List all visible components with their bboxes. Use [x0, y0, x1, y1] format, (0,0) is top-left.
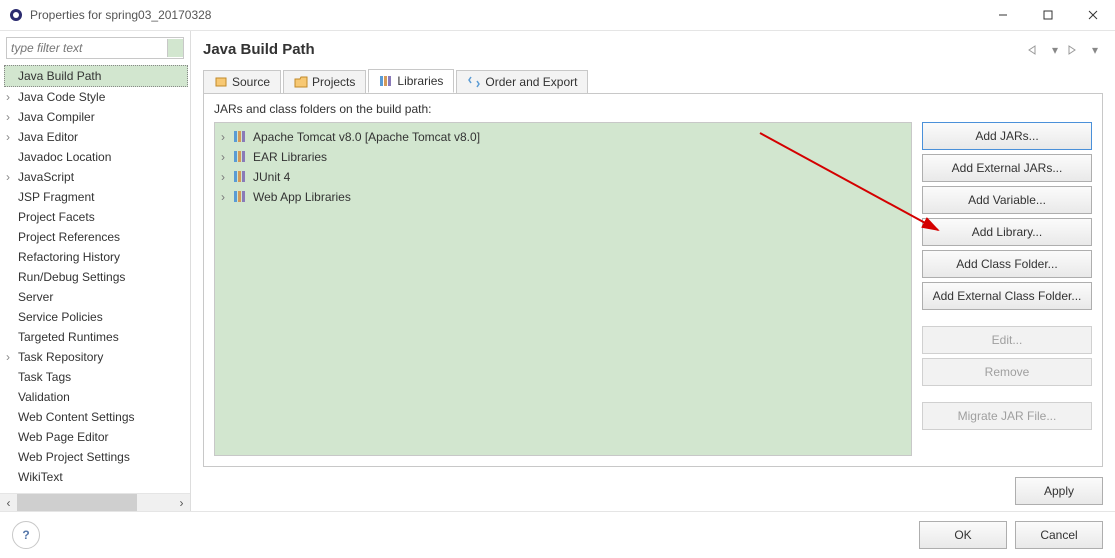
tab-projects[interactable]: Projects — [283, 70, 366, 93]
tab-label: Libraries — [397, 74, 443, 88]
category-item[interactable]: Project Facets — [4, 207, 188, 227]
expand-icon[interactable]: › — [221, 150, 233, 164]
category-item[interactable]: Web Project Settings — [4, 447, 188, 467]
library-label: JUnit 4 — [253, 170, 290, 184]
add-variable-button[interactable]: Add Variable... — [922, 186, 1092, 214]
filter-input[interactable] — [7, 41, 167, 55]
tab-source[interactable]: Source — [203, 70, 281, 93]
category-item[interactable]: Java Editor — [4, 127, 188, 147]
filter-clear-button[interactable] — [167, 39, 184, 57]
category-item[interactable]: Validation — [4, 387, 188, 407]
page-title: Java Build Path — [203, 41, 1027, 58]
category-item[interactable]: Task Tags — [4, 367, 188, 387]
library-icon — [233, 130, 249, 144]
side-button-column: Add JARs... Add External JARs... Add Var… — [922, 122, 1092, 456]
category-item[interactable]: Run/Debug Settings — [4, 267, 188, 287]
app-icon — [8, 7, 24, 23]
window-title: Properties for spring03_20170328 — [30, 8, 980, 22]
category-item[interactable]: Web Page Editor — [4, 427, 188, 447]
library-label: EAR Libraries — [253, 150, 327, 164]
add-external-class-folder-button[interactable]: Add External Class Folder... — [922, 282, 1092, 310]
category-tree[interactable]: Java Build PathJava Code StyleJava Compi… — [0, 65, 190, 493]
tab-description: JARs and class folders on the build path… — [214, 102, 1092, 116]
library-icon — [233, 190, 249, 204]
source-icon — [214, 75, 228, 89]
remove-button: Remove — [922, 358, 1092, 386]
help-button[interactable]: ? — [12, 521, 40, 549]
tab-libraries[interactable]: Libraries — [368, 69, 454, 93]
ok-button[interactable]: OK — [919, 521, 1007, 549]
category-item[interactable]: Java Compiler — [4, 107, 188, 127]
close-button[interactable] — [1070, 0, 1115, 30]
filter-box — [6, 37, 184, 59]
library-item[interactable]: › JUnit 4 — [217, 167, 909, 187]
tab-label: Projects — [312, 75, 355, 89]
apply-button[interactable]: Apply — [1015, 477, 1103, 505]
migrate-jar-button: Migrate JAR File... — [922, 402, 1092, 430]
dialog-footer: ? OK Cancel — [0, 511, 1115, 558]
category-item[interactable]: JSP Fragment — [4, 187, 188, 207]
library-label: Apache Tomcat v8.0 [Apache Tomcat v8.0] — [253, 130, 480, 144]
history-nav: ▾ ▾ — [1027, 42, 1103, 58]
library-item[interactable]: › Web App Libraries — [217, 187, 909, 207]
library-icon — [233, 170, 249, 184]
category-item[interactable]: Java Code Style — [4, 87, 188, 107]
forward-menu-icon[interactable]: ▾ — [1087, 42, 1103, 58]
category-item[interactable]: Java Build Path — [4, 65, 188, 87]
expand-icon[interactable]: › — [221, 170, 233, 184]
maximize-button[interactable] — [1025, 0, 1070, 30]
tab-bar: Source Projects Libraries Order and Export — [203, 69, 1103, 94]
back-menu-icon[interactable]: ▾ — [1047, 42, 1063, 58]
cancel-button[interactable]: Cancel — [1015, 521, 1103, 549]
library-label: Web App Libraries — [253, 190, 351, 204]
back-button[interactable] — [1027, 42, 1043, 58]
category-item[interactable]: Service Policies — [4, 307, 188, 327]
library-icon — [233, 150, 249, 164]
forward-button[interactable] — [1067, 42, 1083, 58]
library-item[interactable]: › EAR Libraries — [217, 147, 909, 167]
category-item[interactable]: WikiText — [4, 467, 188, 487]
category-item[interactable]: Refactoring History — [4, 247, 188, 267]
category-item[interactable]: JavaScript — [4, 167, 188, 187]
add-external-jars-button[interactable]: Add External JARs... — [922, 154, 1092, 182]
category-item[interactable]: Javadoc Location — [4, 147, 188, 167]
title-bar: Properties for spring03_20170328 — [0, 0, 1115, 31]
category-item[interactable]: Server — [4, 287, 188, 307]
sidebar-horizontal-scrollbar[interactable]: ‹ › — [0, 493, 190, 511]
category-item[interactable]: Task Repository — [4, 347, 188, 367]
library-item[interactable]: › Apache Tomcat v8.0 [Apache Tomcat v8.0] — [217, 127, 909, 147]
tab-order-and-export[interactable]: Order and Export — [456, 70, 588, 93]
category-item[interactable]: Project References — [4, 227, 188, 247]
add-class-folder-button[interactable]: Add Class Folder... — [922, 250, 1092, 278]
projects-icon — [294, 75, 308, 89]
libraries-icon — [379, 74, 393, 88]
edit-button: Edit... — [922, 326, 1092, 354]
minimize-button[interactable] — [980, 0, 1025, 30]
category-sidebar: Java Build PathJava Code StyleJava Compi… — [0, 31, 191, 511]
tab-label: Order and Export — [485, 75, 577, 89]
order-icon — [467, 75, 481, 89]
category-item[interactable]: Web Content Settings — [4, 407, 188, 427]
add-library-button[interactable]: Add Library... — [922, 218, 1092, 246]
libraries-tree[interactable]: › Apache Tomcat v8.0 [Apache Tomcat v8.0]… — [214, 122, 912, 456]
expand-icon[interactable]: › — [221, 130, 233, 144]
category-item[interactable]: Targeted Runtimes — [4, 327, 188, 347]
add-jars-button[interactable]: Add JARs... — [922, 122, 1092, 150]
tab-label: Source — [232, 75, 270, 89]
expand-icon[interactable]: › — [221, 190, 233, 204]
